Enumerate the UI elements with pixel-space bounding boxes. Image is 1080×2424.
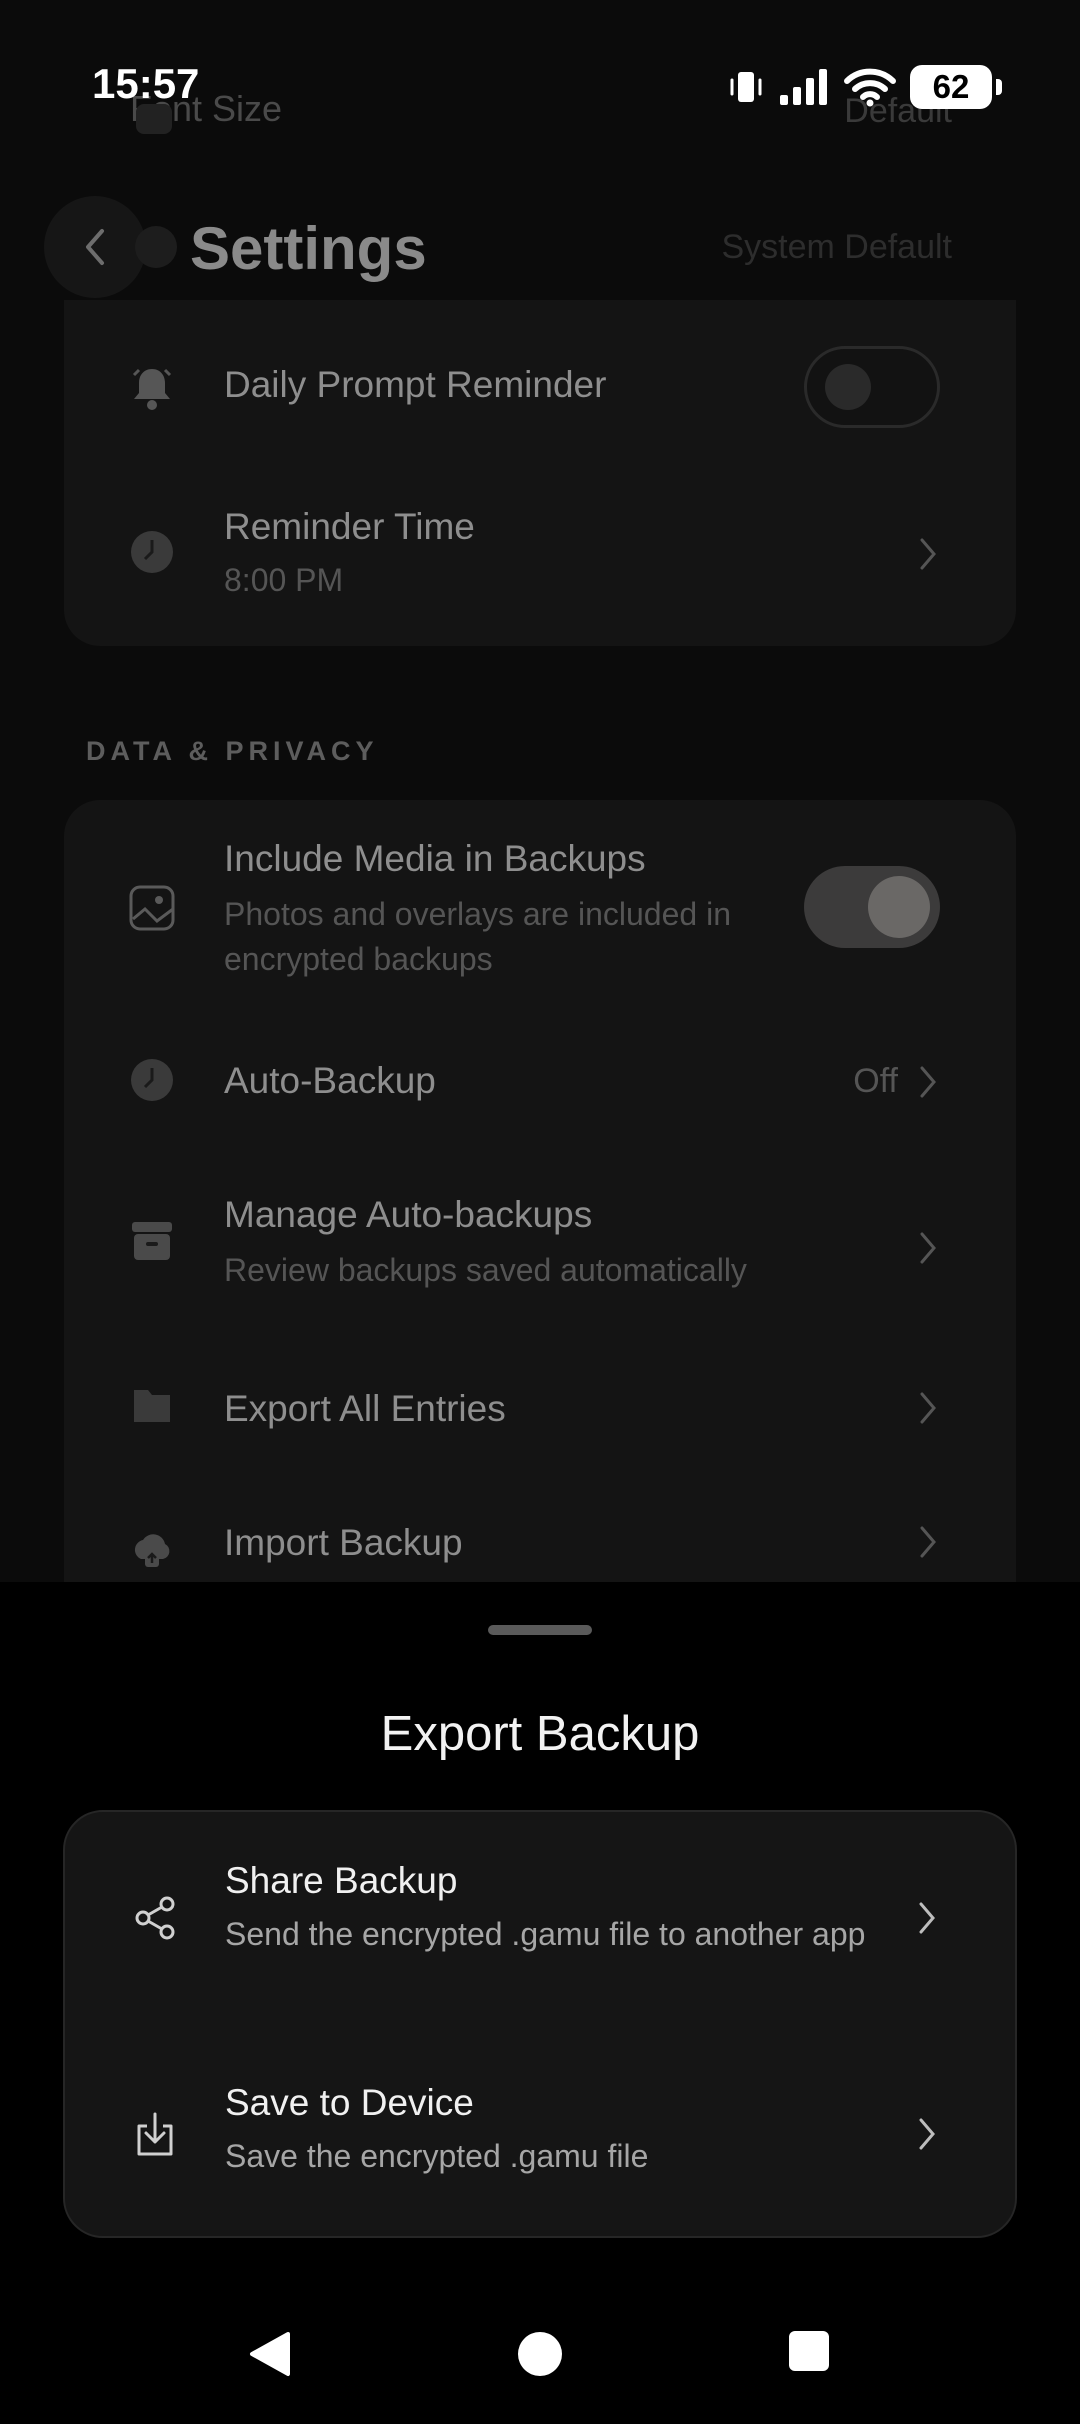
status-time: 15:57 [92,60,200,107]
import-backup-label: Import Backup [224,1522,463,1563]
bell-icon [128,364,176,412]
auto-backup-value: Off [853,1062,898,1100]
export-all-entries-row[interactable]: Export All Entries [64,1334,1016,1474]
reminder-time-label: Reminder Time [224,506,475,547]
font-size-icon [136,104,172,134]
reminders-card: Daily Prompt Reminder Reminder Time 8:00… [64,300,1016,646]
cloud-upload-icon [128,1526,176,1574]
signal-icon [780,69,827,105]
share-backup-description: Send the encrypted .gamu file to another… [225,1916,866,1952]
reminder-time-row[interactable]: Reminder Time 8:00 PM [64,470,1016,646]
auto-backup-label: Auto-Backup [224,1060,436,1101]
battery-indicator: 62 [910,65,1002,109]
auto-backup-row[interactable]: Auto-Backup Off [64,1008,1016,1150]
share-icon [135,1896,175,1940]
theme-value: System Default [721,228,952,266]
wifi-icon [844,68,896,107]
vibrate-icon [730,72,762,102]
export-all-entries-label: Export All Entries [224,1388,506,1429]
save-to-device-description: Save the encrypted .gamu file [225,2138,649,2174]
data-privacy-card: Include Media in Backups Photos and over… [64,800,1016,1600]
save-to-device-option[interactable]: Save to Device Save the encrypted .gamu … [65,2044,1015,2238]
back-triangle-icon[interactable] [248,2330,292,2378]
daily-prompt-reminder-toggle[interactable] [804,346,940,428]
recents-square-icon[interactable] [788,2330,830,2372]
share-backup-label: Share Backup [225,1860,458,1901]
page-title: Settings [190,215,427,282]
chevron-right-icon [920,538,936,570]
save-to-device-label: Save to Device [225,2082,474,2123]
chevron-right-icon [920,1232,936,1264]
folder-icon [128,1380,176,1428]
daily-prompt-reminder-label: Daily Prompt Reminder [224,364,607,405]
image-icon [128,884,176,932]
chevron-right-icon [919,2118,935,2150]
settings-background: Font Size Default Settings System Defaul… [0,0,1080,1600]
manage-auto-backups-description: Review backups saved automatically [224,1252,747,1288]
chevron-right-icon [920,1392,936,1424]
sheet-title: Export Backup [380,1707,700,1761]
manage-auto-backups-label: Manage Auto-backups [224,1194,593,1235]
include-media-row[interactable]: Include Media in Backups Photos and over… [64,800,1016,1008]
export-backup-sheet: Export Backup Share Backup Send the encr… [0,1582,1080,2424]
export-options-card: Share Backup Send the encrypted .gamu fi… [63,1810,1017,2238]
chevron-right-icon [919,1902,935,1934]
clock-icon [128,1056,176,1104]
sheet-drag-handle[interactable] [488,1625,592,1635]
chevron-right-icon [920,1066,936,1098]
include-media-toggle[interactable] [804,866,940,948]
daily-prompt-reminder-row[interactable]: Daily Prompt Reminder [64,300,1016,470]
archive-icon [128,1216,176,1264]
chevron-right-icon [920,1526,936,1558]
home-circle-icon[interactable] [516,2330,564,2378]
section-label-data-privacy: DATA & PRIVACY [86,736,379,766]
status-icons: 62 [728,62,1002,112]
manage-auto-backups-row[interactable]: Manage Auto-backups Review backups saved… [64,1150,1016,1334]
chevron-left-icon [86,229,104,265]
include-media-description: Photos and overlays are included in encr… [224,896,731,977]
include-media-label: Include Media in Backups [224,838,646,879]
share-backup-option[interactable]: Share Backup Send the encrypted .gamu fi… [65,1812,1015,2044]
clock-icon [128,528,176,576]
back-button[interactable] [44,196,146,298]
theme-icon [135,226,177,268]
reminder-time-value: 8:00 PM [224,562,344,598]
download-icon [137,2112,173,2156]
